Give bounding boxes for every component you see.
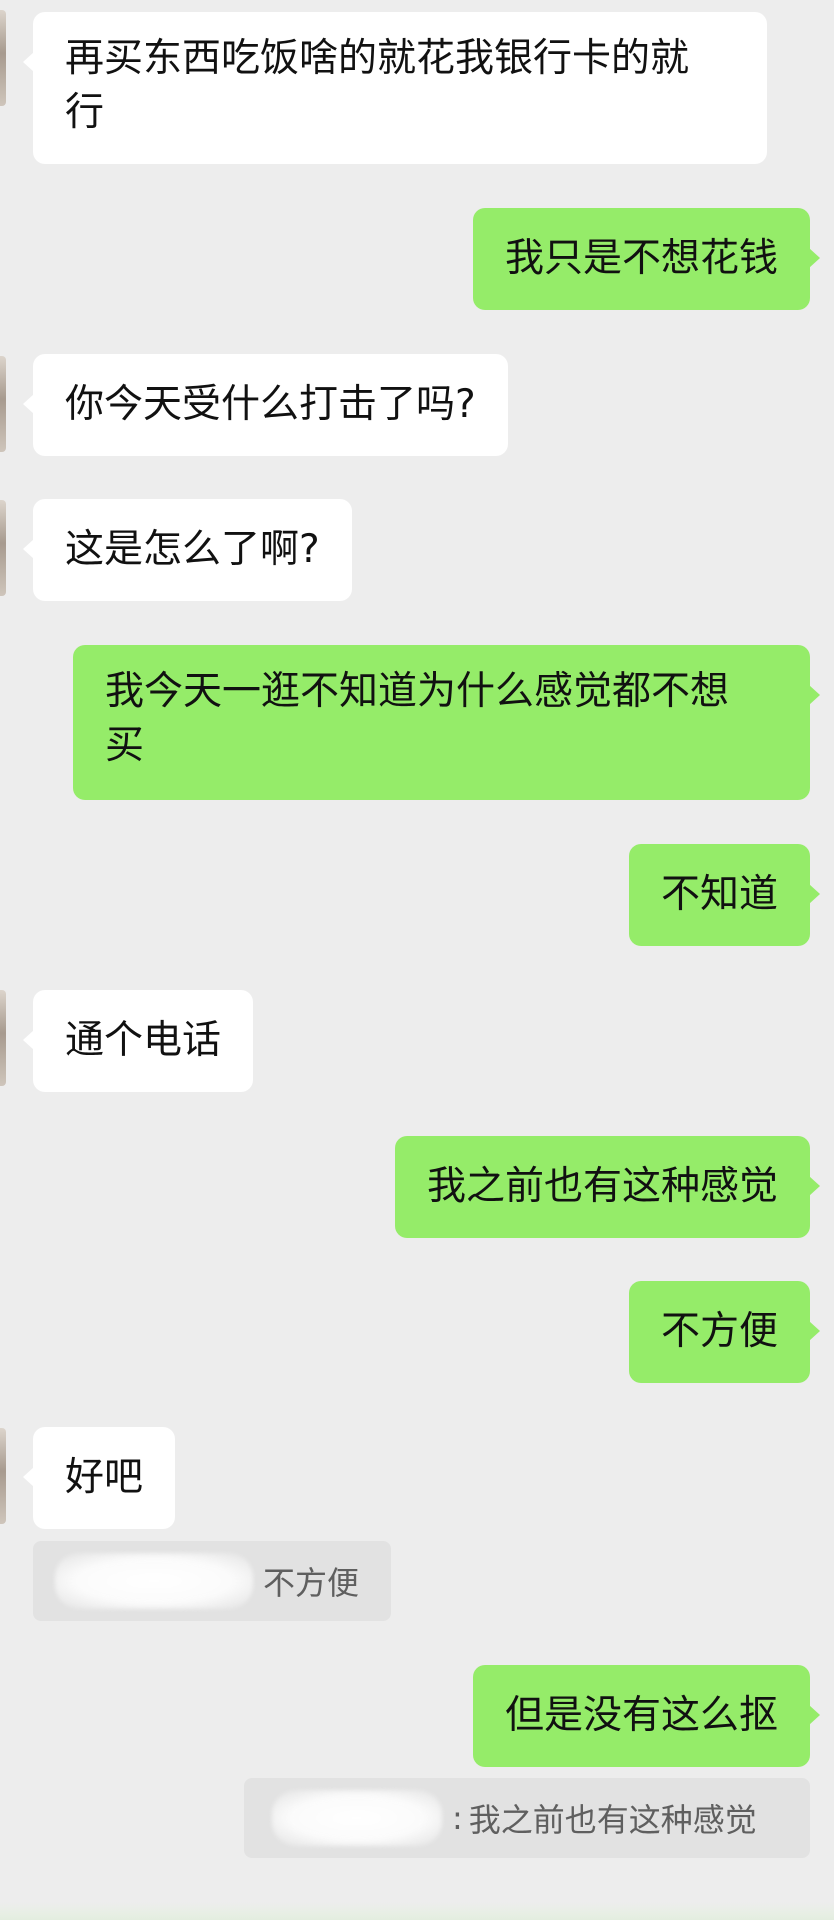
contact-avatar[interactable] — [0, 356, 6, 452]
contact-avatar[interactable] — [0, 990, 6, 1086]
quoted-reply[interactable]: 不方便 — [33, 1541, 391, 1621]
quote-separator: : — [452, 1799, 463, 1837]
message-text: 不方便 — [660, 1309, 778, 1354]
message-text: 我只是不想花钱 — [504, 236, 778, 281]
chat-thread: 再买东西吃饭啥的就花我银行卡的就 行 我只是不想花钱 你今天受什么打击了吗? 这… — [0, 0, 834, 1920]
message-text: 不知道 — [660, 872, 778, 917]
contact-avatar[interactable] — [0, 10, 6, 106]
message-text: 好吧 — [65, 1455, 144, 1500]
message-bubble-sent[interactable]: 但是没有这么抠 — [472, 1665, 821, 1767]
quoted-text: 我之前也有这种感觉 — [468, 1801, 757, 1839]
contact-avatar[interactable] — [0, 500, 6, 596]
message-bubble-received[interactable]: 再买东西吃饭啥的就花我银行卡的就 行 — [23, 12, 767, 164]
redacted-sender-name — [272, 1790, 442, 1846]
message-bubble-received[interactable]: 通个电话 — [22, 990, 254, 1092]
contact-avatar[interactable] — [0, 1428, 6, 1524]
message-bubble-received[interactable]: 你今天受什么打击了吗? — [23, 354, 508, 456]
message-bubble-received[interactable]: 这是怎么了啊? — [23, 499, 352, 601]
message-text: 我之前也有这种感觉 — [426, 1164, 778, 1209]
message-text: 通个电话 — [65, 1018, 222, 1063]
message-bubble-sent[interactable]: 我今天一逛不知道为什么感觉都不想 买 — [73, 645, 820, 800]
message-bubble-sent[interactable]: 不方便 — [628, 1281, 821, 1383]
message-text: 再买东西吃饭啥的就花我银行卡的就 行 — [65, 36, 690, 135]
message-bubble-sent[interactable]: 不知道 — [628, 844, 821, 946]
message-text: 我今天一逛不知道为什么感觉都不想 买 — [105, 669, 730, 768]
quoted-text: 不方便 — [263, 1564, 360, 1602]
message-bubble-sent[interactable]: 我只是不想花钱 — [472, 208, 821, 310]
message-text: 这是怎么了啊? — [65, 527, 320, 572]
message-text: 你今天受什么打击了吗? — [65, 382, 476, 427]
message-text: 但是没有这么抠 — [504, 1693, 778, 1738]
message-bubble-received[interactable]: 好吧 — [22, 1427, 176, 1529]
input-bar-edge — [0, 1902, 834, 1920]
redacted-sender-name — [55, 1553, 253, 1609]
quoted-reply[interactable]: : 我之前也有这种感觉 — [244, 1778, 810, 1858]
message-bubble-sent[interactable]: 我之前也有这种感觉 — [394, 1136, 821, 1238]
